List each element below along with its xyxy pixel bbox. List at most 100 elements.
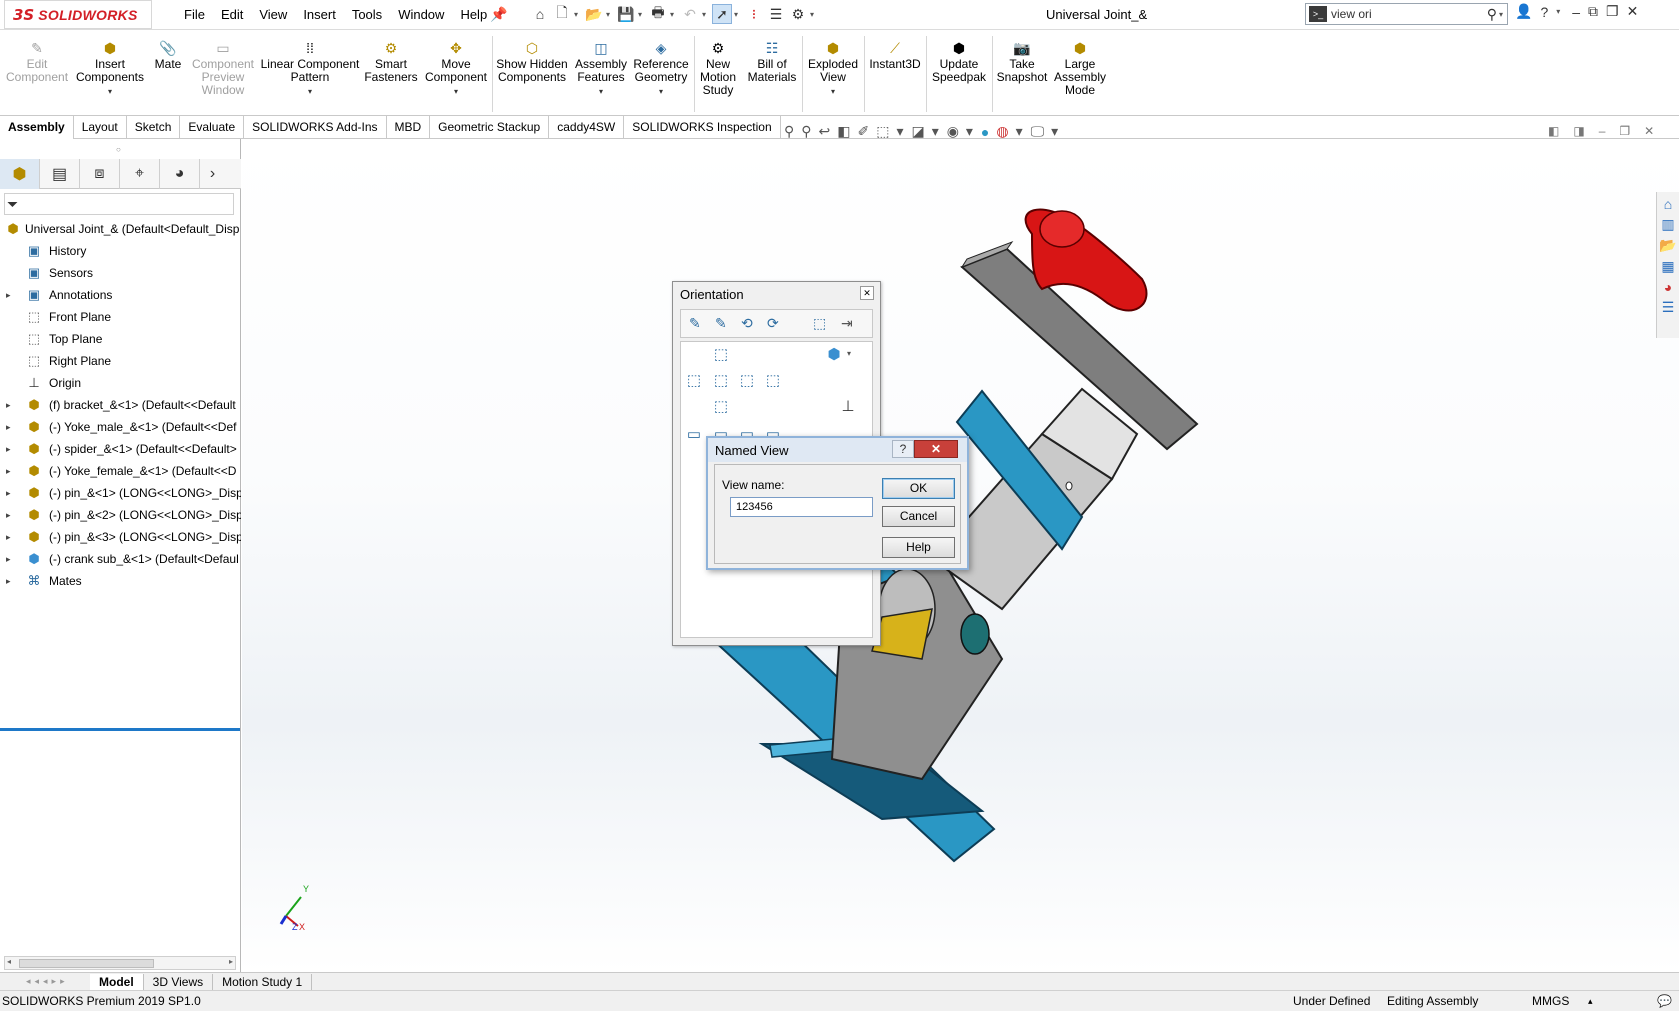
more-tabs-chevron-icon[interactable]: ›	[200, 159, 225, 189]
insert-components-dropdown-icon[interactable]: ▾	[72, 85, 148, 98]
tab-navigation-arrows-icon[interactable]: ◂◂◂▸▸	[0, 976, 90, 987]
menu-help[interactable]: Help	[452, 6, 495, 23]
tab-3d-views[interactable]: 3D Views	[144, 973, 214, 990]
close-icon[interactable]: ✕	[1627, 3, 1639, 20]
viewport-split-left-icon[interactable]: ◧	[1548, 124, 1559, 138]
expand-arrow-icon[interactable]: ▸	[6, 416, 11, 438]
reference-geometry-dropdown-icon[interactable]: ▾	[630, 85, 692, 98]
filter-icon[interactable]: ⏷	[7, 196, 18, 212]
design-library-icon[interactable]: ▥	[1661, 216, 1674, 233]
units-selector[interactable]: MMGS	[1532, 991, 1569, 1011]
new-document-icon[interactable]: 🗋	[552, 4, 572, 24]
new-motion-study-button[interactable]: ⚙ New Motion Study	[696, 40, 740, 97]
tab-solidworks-inspection[interactable]: SOLIDWORKS Inspection	[624, 116, 781, 139]
tile-windows-icon[interactable]: ⧉	[1588, 3, 1598, 20]
linear-pattern-dropdown-icon[interactable]: ▾	[260, 85, 360, 98]
smart-fasteners-button[interactable]: ⚙ Smart Fasteners	[362, 40, 420, 84]
expand-arrow-icon[interactable]: ▸	[6, 570, 11, 592]
zoom-to-fit-icon[interactable]: ⚲	[784, 123, 794, 140]
help-question-icon[interactable]: ?	[1540, 4, 1548, 20]
zoom-to-area-icon[interactable]: ⚲	[801, 123, 811, 140]
search-input[interactable]: view ori	[1331, 7, 1487, 21]
tree-item[interactable]: ▣ History	[0, 240, 241, 262]
select-cursor-icon[interactable]: ➚	[712, 4, 732, 24]
tab-model[interactable]: Model	[90, 973, 144, 990]
menu-file[interactable]: File	[176, 6, 213, 23]
view-settings-dropdown-icon[interactable]: ▾	[1051, 123, 1059, 140]
help-button[interactable]: Help	[882, 537, 955, 558]
tab-layout[interactable]: Layout	[74, 116, 127, 139]
view-palette-icon[interactable]: ▦	[1661, 258, 1674, 275]
isometric-view-icon[interactable]: ⬢	[825, 346, 843, 364]
menu-insert[interactable]: Insert	[295, 6, 344, 23]
context-help-icon[interactable]: ?	[892, 440, 914, 458]
instant3d-button[interactable]: ⟋ Instant3D	[866, 40, 924, 71]
user-account-icon[interactable]: 👤	[1515, 3, 1532, 20]
appearances-scenes-icon[interactable]: ◕	[1664, 279, 1672, 295]
tree-item[interactable]: ⊥ Origin	[0, 372, 241, 394]
tab-assembly[interactable]: Assembly	[0, 116, 74, 139]
tree-item[interactable]: ⬚ Right Plane	[0, 350, 241, 372]
tree-item[interactable]: ▸ ⬢ (-) pin_&<1> (LONG<<LONG>_Disp	[0, 482, 241, 504]
tree-filter[interactable]: ⏷	[4, 193, 234, 215]
back-view-icon[interactable]: ⬚	[764, 372, 782, 390]
tree-item[interactable]: ⬚ Front Plane	[0, 306, 241, 328]
dimxpertmanager-icon[interactable]: ⌖	[120, 159, 160, 189]
configurationmanager-icon[interactable]: ⧈	[80, 159, 120, 189]
tree-root-assembly[interactable]: ⬢ Universal Joint_& (Default<Default_Dis…	[0, 218, 241, 240]
expand-arrow-icon[interactable]: ▸	[6, 548, 11, 570]
exploded-view-dropdown-icon[interactable]: ▾	[804, 85, 862, 98]
linear-component-pattern-button[interactable]: ⁞⁞ Linear Component Pattern ▾	[260, 40, 360, 98]
viewport-restore-icon[interactable]: ❐	[1619, 124, 1630, 138]
tab-mbd[interactable]: MBD	[387, 116, 431, 139]
new-dropdown-icon[interactable]: ▾	[574, 10, 582, 19]
expand-arrow-icon[interactable]: ▸	[6, 394, 11, 416]
tab-geometric-stackup[interactable]: Geometric Stackup	[430, 116, 550, 139]
orientation-close-icon[interactable]: ✕	[860, 286, 874, 300]
edit-appearance-icon[interactable]: ●	[981, 124, 989, 140]
component-preview-window-button[interactable]: ▭ Component Preview Window	[188, 40, 258, 97]
tree-item[interactable]: ⬚ Top Plane	[0, 328, 241, 350]
rollback-bar[interactable]	[0, 728, 240, 731]
insert-components-button[interactable]: ⬢ Insert Components ▾	[72, 40, 148, 98]
open-dropdown-icon[interactable]: ▾	[606, 10, 614, 19]
tree-horizontal-scrollbar[interactable]: ◂ ▸	[4, 956, 236, 970]
dynamic-annotation-icon[interactable]: ✐	[858, 123, 870, 140]
display-style-dropdown-icon[interactable]: ▾	[932, 123, 940, 140]
apply-scene-dropdown-icon[interactable]: ▾	[1016, 123, 1024, 140]
hide-show-dropdown-icon[interactable]: ▾	[966, 123, 974, 140]
tree-item[interactable]: ▸ ▣ Annotations	[0, 284, 241, 306]
cube-view-icon[interactable]: ⬚	[813, 315, 826, 332]
pushpin-icon[interactable]: ⇥	[841, 315, 853, 332]
tree-item[interactable]: ▸ ⬢ (f) bracket_&<1> (Default<<Default	[0, 394, 241, 416]
show-hidden-components-button[interactable]: ⬡ Show Hidden Components	[494, 40, 570, 84]
tree-item[interactable]: ▸ ⬢ (-) Yoke_female_&<1> (Default<<D	[0, 460, 241, 482]
tab-solidworks-add-ins[interactable]: SOLIDWORKS Add-Ins	[244, 116, 387, 139]
right-view-icon[interactable]: ⬚	[738, 372, 756, 390]
tree-item[interactable]: ▸ ⬢ (-) spider_&<1> (Default<<Default>	[0, 438, 241, 460]
update-speedpak-button[interactable]: ⬢ Update Speedpak	[928, 40, 990, 84]
previous-view-icon[interactable]: ↩	[819, 123, 831, 140]
tree-item[interactable]: ▸ ⬢ (-) crank sub_&<1> (Default<Defaul	[0, 548, 241, 570]
isometric-dropdown-icon[interactable]: ▾	[847, 349, 855, 358]
file-properties-icon[interactable]: ☰	[766, 4, 786, 24]
menu-window[interactable]: Window	[390, 6, 452, 23]
expand-arrow-icon[interactable]: ▸	[6, 284, 11, 306]
front-view-icon[interactable]: ⬚	[712, 372, 730, 390]
tree-item[interactable]: ▸ ⬢ (-) Yoke_male_&<1> (Default<<Def	[0, 416, 241, 438]
expand-arrow-icon[interactable]: ▸	[6, 504, 11, 526]
command-search-box[interactable]: >_ view ori ⚲ ▾	[1305, 3, 1508, 25]
tree-item[interactable]: ▸ ⌘ Mates	[0, 570, 241, 592]
assembly-features-dropdown-icon[interactable]: ▾	[574, 85, 628, 98]
edit-component-button[interactable]: ✎ Edit Component	[6, 40, 68, 84]
custom-properties-icon[interactable]: ☰	[1662, 299, 1675, 316]
save-dropdown-icon[interactable]: ▾	[638, 10, 646, 19]
expand-arrow-icon[interactable]: ▸	[6, 460, 11, 482]
options-dropdown-icon[interactable]: ▾	[810, 10, 818, 19]
take-snapshot-button[interactable]: 📷 Take Snapshot	[994, 40, 1050, 84]
undo-dropdown-icon[interactable]: ▾	[702, 10, 710, 19]
open-folder-icon[interactable]: 📂	[584, 4, 604, 24]
displaymanager-icon[interactable]: ◕	[160, 159, 200, 189]
print-icon[interactable]: 🖶	[648, 4, 668, 24]
search-icon[interactable]: ⚲	[1487, 6, 1497, 23]
